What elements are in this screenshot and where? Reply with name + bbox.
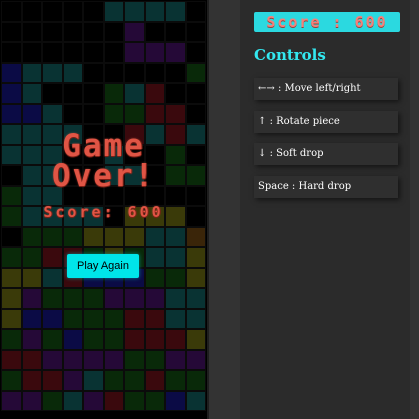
control-rotate: ↑ : Rotate piece [254, 111, 398, 133]
control-action-label: Move left/right [284, 83, 361, 94]
sidebar: Score : 600 Controls ←→ : Move left/righ… [240, 0, 410, 419]
arrow-down-icon: ↓ [258, 148, 267, 159]
controls-heading: Controls [254, 46, 326, 64]
play-again-button[interactable]: Play Again [67, 254, 139, 278]
space-key-label: Space [258, 181, 289, 192]
game-over-overlay: Game Over! Score: 600 Play Again [0, 0, 207, 419]
control-action-label: Hard drop [298, 181, 352, 192]
control-hard-drop: Space : Hard drop [254, 176, 398, 198]
arrow-left-right-icon: ←→ [258, 83, 275, 94]
control-soft-drop: ↓ : Soft drop [254, 143, 398, 165]
score-display: Score : 600 [254, 12, 400, 32]
control-move: ←→ : Move left/right [254, 78, 398, 100]
control-action-label: Rotate piece [276, 116, 340, 127]
final-score: Score: 600 [0, 203, 207, 221]
arrow-up-icon: ↑ [258, 116, 267, 127]
game-over-title-line2: Over! [0, 160, 207, 192]
control-action-label: Soft drop [276, 148, 324, 159]
game-board: Game Over! Score: 600 Play Again [0, 0, 209, 419]
